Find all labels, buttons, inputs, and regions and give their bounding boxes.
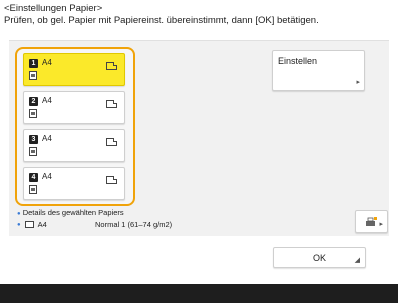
setup-button-label: Einstellen xyxy=(278,56,318,66)
details-label-text: Details des gewählten Papiers xyxy=(22,208,124,217)
paper-tray-1[interactable]: 1 A4 xyxy=(23,53,125,86)
tray-number-badge: 2 xyxy=(29,97,38,106)
tray-number-badge: 4 xyxy=(29,173,38,182)
selected-paper-size-row: ● A4 xyxy=(17,220,47,229)
selected-paper-details-label: ● Details des gewählten Papiers xyxy=(17,208,124,217)
button-arrow-icon: ▸ xyxy=(379,221,383,228)
paper-tray-3[interactable]: 3 A4 xyxy=(23,129,125,162)
paper-settings-button[interactable]: ▸ xyxy=(355,210,388,233)
instruction-text: Prüfen, ob gel. Papier mit Papiereinst. … xyxy=(4,15,319,26)
tray-paper-size: A4 xyxy=(42,96,52,105)
paper-type-icon xyxy=(29,185,37,194)
ok-button-label: OK xyxy=(312,253,326,263)
tray-paper-size: A4 xyxy=(42,134,52,143)
paper-orientation-icon xyxy=(106,176,117,184)
printer-settings-icon xyxy=(366,217,377,226)
setup-button[interactable]: Einstellen ▸ xyxy=(272,50,365,91)
paper-type-icon xyxy=(29,109,37,118)
paper-orientation-icon xyxy=(24,221,34,228)
ok-button[interactable]: OK ◢ xyxy=(273,247,366,268)
paper-tray-4[interactable]: 4 A4 xyxy=(23,167,125,200)
paper-type-icon xyxy=(29,147,37,156)
tray-paper-size: A4 xyxy=(42,58,52,67)
paper-orientation-icon xyxy=(106,62,117,70)
instruction-header: <Einstellungen Papier> Prüfen, ob gel. P… xyxy=(4,3,319,27)
tray-paper-size: A4 xyxy=(42,172,52,181)
paper-tray-2[interactable]: 2 A4 xyxy=(23,91,125,124)
button-arrow-icon: ▸ xyxy=(356,79,360,86)
bullet-icon: ● xyxy=(17,211,21,217)
paper-tray-list: 1 A4 2 A4 3 A4 4 A4 xyxy=(15,47,135,206)
button-arrow-icon: ◢ xyxy=(354,257,360,264)
paper-orientation-icon xyxy=(106,100,117,108)
page-title: <Einstellungen Papier> xyxy=(4,3,103,14)
paper-type-icon xyxy=(29,71,37,80)
selected-paper-size: A4 xyxy=(37,220,47,229)
tray-number-badge: 3 xyxy=(29,135,38,144)
bullet-icon: ● xyxy=(17,221,21,228)
selected-paper-type: Normal 1 (61–74 g/m2) xyxy=(95,220,173,229)
status-bar xyxy=(0,284,398,303)
tray-number-badge: 1 xyxy=(29,59,38,68)
paper-orientation-icon xyxy=(106,138,117,146)
